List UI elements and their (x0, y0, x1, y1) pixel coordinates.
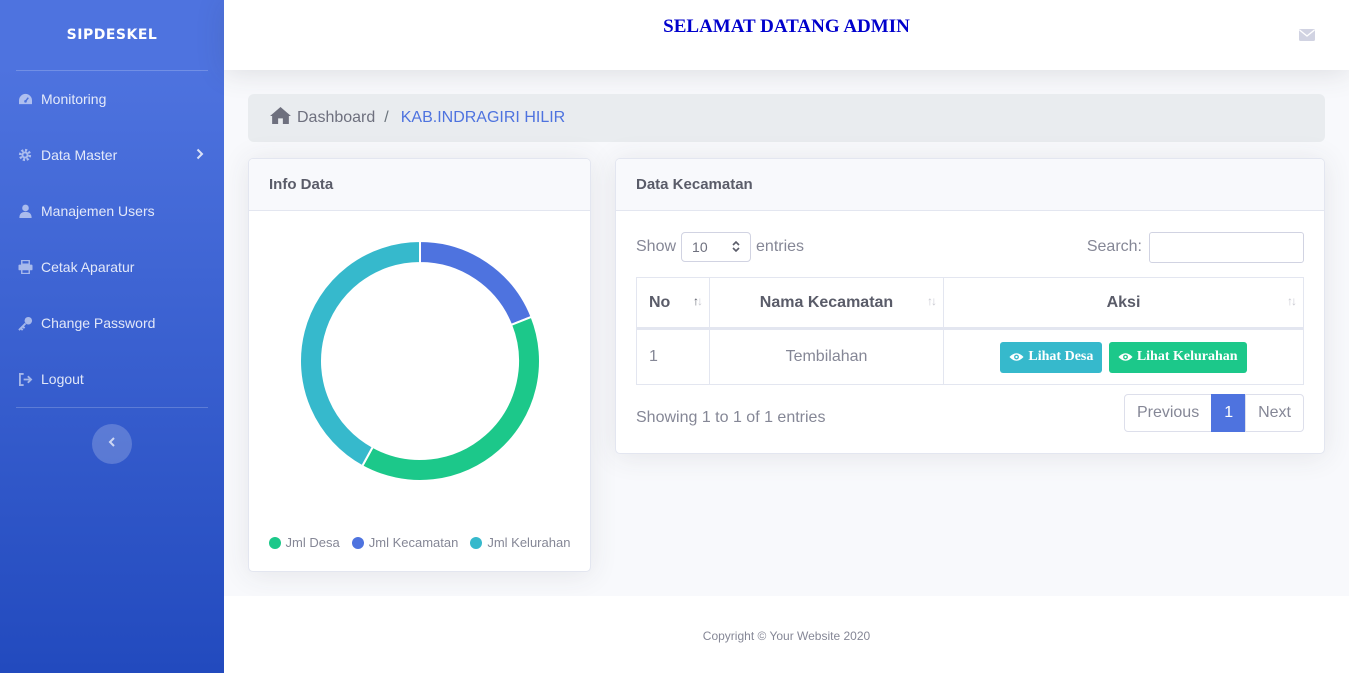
donut-chart (299, 239, 541, 482)
chart-legend: Jml Desa Jml Kecamatan Jml Kelurahan (249, 535, 590, 550)
entries-label: entries (756, 238, 805, 255)
lihat-kelurahan-button[interactable]: Lihat Kelurahan (1108, 341, 1247, 373)
sidebar-item-logout[interactable]: Logout (0, 351, 224, 407)
cell-no: 1 (636, 328, 710, 385)
sidebar-item-label: Change Password (41, 315, 156, 331)
lihat-desa-button[interactable]: Lihat Desa (1000, 341, 1103, 373)
button-label: Lihat Kelurahan (1136, 349, 1238, 364)
eye-icon (1009, 353, 1024, 361)
legend-dot (351, 536, 364, 549)
column-header-nama-kecamatan[interactable]: Nama Kecamatan ↑↓ (709, 277, 944, 330)
chevron-left-icon (108, 435, 116, 453)
sidebar-item-change-password[interactable]: Change Password (0, 295, 224, 351)
sidebar-item-monitoring[interactable]: Monitoring (0, 71, 224, 127)
column-header-aksi[interactable]: Aksi ↑↓ (943, 277, 1304, 330)
legend-item-jml-kecamatan[interactable]: Jml Kecamatan (351, 535, 459, 550)
cell-aksi: Lihat Desa Lihat Kelurahan (943, 328, 1304, 385)
copyright-text: Copyright © Your Website 2020 (702, 628, 871, 643)
tachometer-icon (17, 91, 33, 107)
sidebar-item-label: Manajemen Users (41, 203, 155, 219)
chart-area (249, 211, 590, 521)
sidebar-item-label: Cetak Aparatur (41, 259, 135, 275)
breadcrumb-home-label: Dashboard (297, 109, 376, 126)
info-data-card: Info Data Jml Desa Jml Kecamatan Jml Kelur… (248, 158, 591, 572)
card-title: Data Kecamatan (616, 159, 1324, 211)
column-header-label: Aksi (1106, 293, 1141, 311)
key-icon (17, 315, 33, 331)
donut-slice-jml-desa[interactable] (360, 315, 541, 482)
sign-out-icon (17, 371, 33, 387)
table-controls: Show 10 entries Search: (636, 231, 1304, 263)
legend-dot (470, 536, 483, 549)
sort-asc-icon: ↑↓ (693, 294, 703, 308)
entries-select[interactable]: 10 (681, 232, 752, 262)
table-search: Search: (1087, 231, 1304, 263)
search-label: Search: (1086, 238, 1142, 255)
sidebar-divider (16, 407, 208, 408)
kecamatan-table: No ↑↓ Nama Kecamatan ↑↓ Aksi ↑↓ 1 Tembil… (636, 277, 1304, 385)
show-label: Show (636, 238, 677, 255)
pagination: Previous 1 Next (1123, 394, 1304, 432)
topbar: SELAMAT DATANG ADMIN (224, 0, 1349, 70)
chevron-right-icon (196, 147, 204, 163)
eye-icon (1118, 353, 1133, 361)
button-label: Lihat Desa (1028, 349, 1094, 364)
table-info: Showing 1 to 1 of 1 entries (636, 409, 826, 426)
page-title: SELAMAT DATANG ADMIN (663, 16, 910, 37)
home-icon (269, 106, 292, 130)
footer: Copyright © Your Website 2020 (224, 596, 1349, 673)
entries-select-value: 10 (692, 239, 708, 255)
sidebar-item-data-master[interactable]: Data Master (0, 127, 224, 183)
sidebar-item-label: Data Master (41, 147, 118, 163)
envelope-icon[interactable] (1299, 28, 1315, 46)
data-kecamatan-card: Data Kecamatan Show 10 entries Search: N… (615, 158, 1325, 454)
column-header-no[interactable]: No ↑↓ (636, 277, 710, 330)
user-icon (17, 203, 33, 219)
column-header-label: Nama Kecamatan (759, 293, 894, 311)
breadcrumb-current: KAB.INDRAGIRI HILIR (400, 109, 566, 126)
cog-icon (17, 147, 33, 163)
table-header-row: No ↑↓ Nama Kecamatan ↑↓ Aksi ↑↓ (636, 277, 1304, 330)
pagination-page-1[interactable]: 1 (1211, 394, 1247, 432)
sort-icon: ↑↓ (927, 294, 937, 308)
sort-icon: ↑↓ (1287, 294, 1297, 308)
sidebar: SIPDESKEL Monitoring Data Master Manajem… (0, 0, 224, 673)
printer-icon (17, 259, 33, 275)
legend-label: Jml Desa (285, 535, 340, 550)
sidebar-toggle-button[interactable] (92, 424, 132, 464)
sidebar-item-label: Logout (41, 371, 84, 387)
legend-item-jml-desa[interactable]: Jml Desa (268, 535, 340, 550)
legend-label: Jml Kecamatan (368, 535, 459, 550)
pagination-next[interactable]: Next (1245, 394, 1304, 432)
cell-nama-kecamatan: Tembilahan (709, 328, 944, 385)
search-input[interactable] (1149, 231, 1304, 263)
breadcrumb-home[interactable]: Dashboard (264, 106, 375, 130)
legend-label: Jml Kelurahan (487, 535, 571, 550)
breadcrumb: Dashboard / KAB.INDRAGIRI HILIR (248, 94, 1325, 142)
legend-dot (268, 536, 281, 549)
breadcrumb-separator: / (384, 109, 389, 126)
column-header-label: No (649, 293, 671, 311)
donut-slice-jml-kelurahan[interactable] (299, 239, 421, 468)
table-row: 1 Tembilahan Lihat Desa Lihat Kelurahan (636, 328, 1304, 385)
sidebar-item-cetak-aparatur[interactable]: Cetak Aparatur (0, 239, 224, 295)
sidebar-item-manajemen-users[interactable]: Manajemen Users (0, 183, 224, 239)
select-caret-icon (732, 239, 740, 255)
sidebar-item-label: Monitoring (41, 91, 107, 107)
card-title: Info Data (249, 159, 590, 211)
brand-logo[interactable]: SIPDESKEL (0, 0, 224, 70)
legend-item-jml-kelurahan[interactable]: Jml Kelurahan (470, 535, 570, 550)
donut-slice-jml-kecamatan[interactable] (419, 239, 533, 327)
entries-length: Show 10 entries (636, 231, 804, 263)
pagination-previous[interactable]: Previous (1123, 394, 1213, 432)
